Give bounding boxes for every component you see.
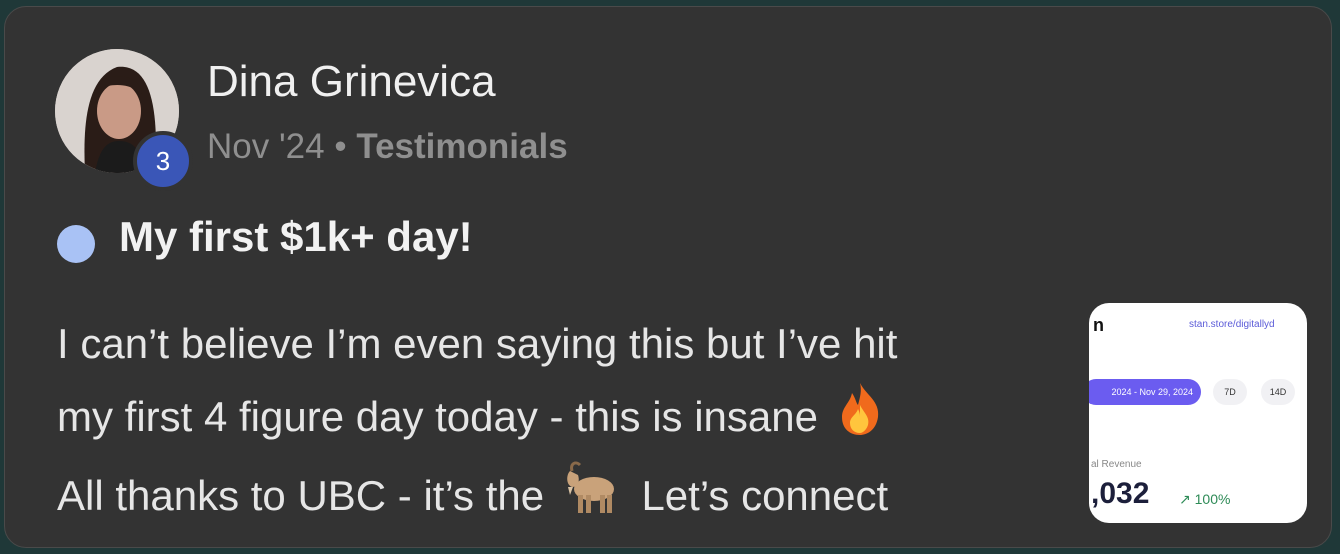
thumbnail-heading: n <box>1093 315 1104 335</box>
level-number: 3 <box>155 145 171 176</box>
attachment-thumbnail[interactable]: n stan.store/digitallyd 2024 - Nov 29, 2… <box>1089 303 1307 523</box>
thumbnail-range-7d: 7D <box>1213 379 1247 405</box>
thumbnail-range-14d: 14D <box>1261 379 1295 405</box>
thumbnail-metric-value: ,032 <box>1091 477 1150 510</box>
unread-dot-icon <box>57 225 95 263</box>
thumbnail-metric-label: al Revenue <box>1091 459 1142 470</box>
thumbnail-url: stan.store/digitallyd <box>1189 319 1275 330</box>
post-date: Nov '24 <box>207 127 325 166</box>
post-body-line: my first 4 figure day today - this is in… <box>57 380 1067 459</box>
post-meta: Nov '24 • Testimonials <box>207 127 568 167</box>
post-category[interactable]: Testimonials <box>356 127 567 166</box>
post-body-text: All thanks to UBC - it’s the <box>57 471 545 519</box>
level-badge: 3 <box>133 131 193 191</box>
post-title[interactable]: My first $1k+ day! <box>119 213 473 261</box>
post-body: I can’t believe I’m even saying this but… <box>57 307 1067 537</box>
thumbnail-metric-change: ↗ 100% <box>1179 491 1231 507</box>
author-name[interactable]: Dina Grinevica <box>207 57 496 107</box>
post-body-text: my first 4 figure day today - this is in… <box>57 393 818 440</box>
post-body-line: All thanks to UBC - it’s the Let’s conne… <box>57 459 1067 537</box>
post-body-line: I can’t believe I’m even saying this but… <box>57 320 898 367</box>
post-body-text: Let’s connect <box>641 471 889 519</box>
fire-emoji-icon <box>836 381 884 459</box>
goat-emoji-icon <box>562 461 624 537</box>
meta-separator: • <box>334 127 347 166</box>
thumbnail-date-range: 2024 - Nov 29, 2024 <box>1089 379 1201 405</box>
post-card[interactable]: 3 Dina Grinevica Nov '24 • Testimonials … <box>4 6 1332 548</box>
